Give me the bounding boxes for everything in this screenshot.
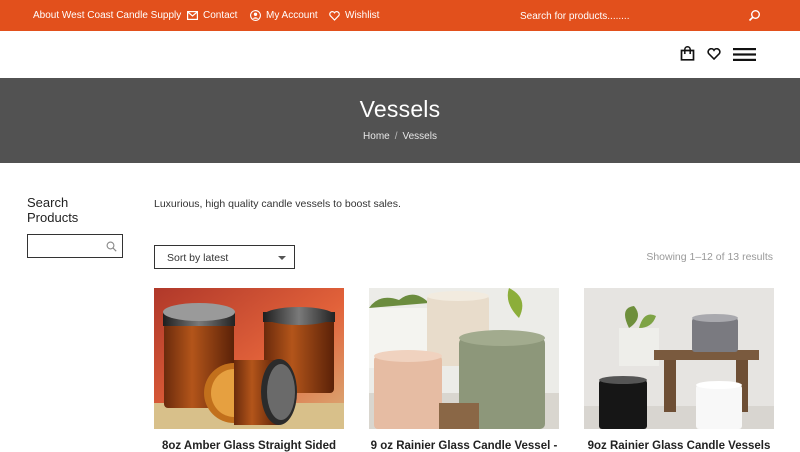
hamburger-menu-icon[interactable] [733, 48, 756, 61]
category-description: Luxurious, high quality candle vessels t… [154, 198, 401, 210]
about-link[interactable]: About West Coast Candle Supply [33, 10, 181, 21]
breadcrumb-home[interactable]: Home [363, 131, 390, 142]
top-search-input[interactable] [520, 8, 720, 24]
breadcrumb-separator: / [394, 131, 398, 142]
product-title[interactable]: 9oz Rainier Glass Candle Vessels [584, 440, 774, 452]
page-title-band: Vessels Home / Vessels [0, 78, 800, 163]
sidebar-search-box [27, 234, 123, 258]
breadcrumb-current: Vessels [402, 131, 437, 142]
breadcrumb: Home / Vessels [0, 131, 800, 142]
product-image-amber-jars[interactable] [154, 288, 344, 429]
wishlist-link-label: Wishlist [345, 10, 380, 21]
sidebar-search-title: Search Products [27, 195, 79, 225]
about-link-label: About West Coast Candle Supply [33, 10, 182, 21]
shopping-bag-icon[interactable] [680, 46, 695, 61]
contact-link[interactable]: Contact [187, 10, 237, 21]
my-account-link-label: My Account [266, 10, 318, 21]
sort-select-value: Sort by latest [167, 252, 229, 264]
product-title[interactable]: 8oz Amber Glass Straight Sided [154, 440, 344, 452]
chevron-down-icon [278, 256, 286, 260]
search-icon[interactable] [106, 241, 117, 252]
search-icon[interactable] [748, 9, 761, 22]
user-circle-icon [250, 10, 261, 21]
my-account-link[interactable]: My Account [250, 10, 318, 21]
sidebar-search-input[interactable] [32, 238, 102, 254]
top-bar: About West Coast Candle Supply Contact M… [0, 0, 800, 31]
sort-select[interactable]: Sort by latest [154, 245, 295, 269]
result-count: Showing 1–12 of 13 results [646, 251, 773, 263]
site-header [0, 31, 800, 78]
product-title[interactable]: 9 oz Rainier Glass Candle Vessel - [369, 440, 559, 452]
envelope-icon [187, 11, 198, 20]
page-title: Vessels [359, 96, 441, 122]
product-image-rainier-stand[interactable] [584, 288, 774, 429]
heart-outline-icon [329, 10, 340, 21]
wishlist-link[interactable]: Wishlist [329, 10, 379, 21]
heart-icon[interactable] [707, 48, 721, 60]
contact-link-label: Contact [203, 10, 238, 21]
product-image-rainier-vessels[interactable] [369, 288, 559, 429]
